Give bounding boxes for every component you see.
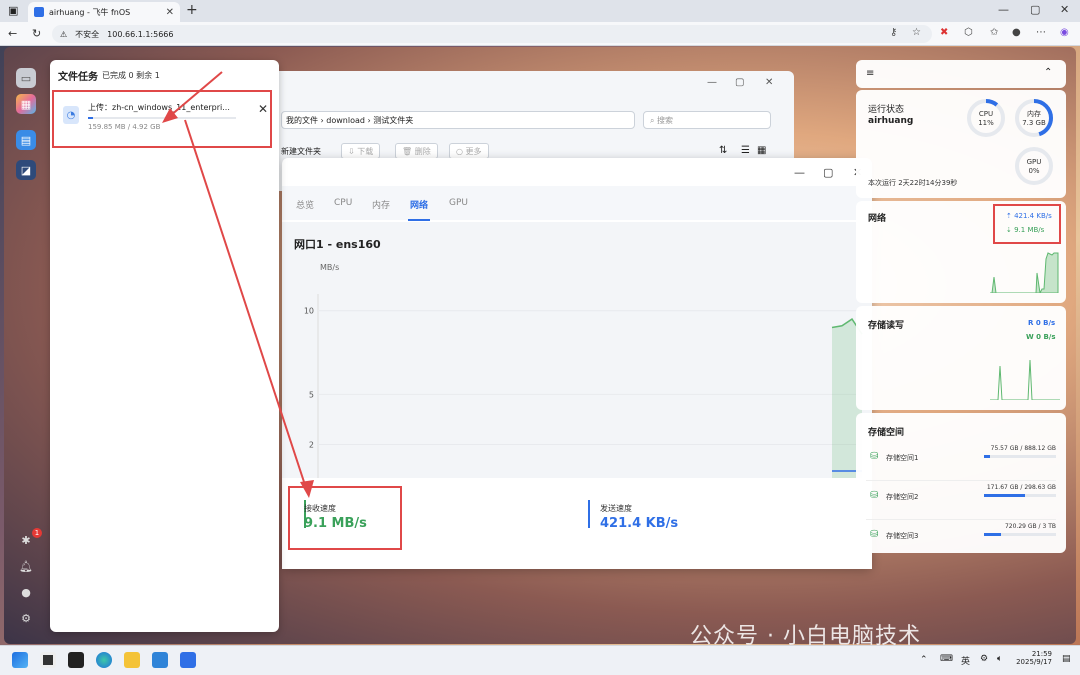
storage-bar-fill: [984, 455, 991, 458]
storage-item[interactable]: ⛁ 存储空间3 720.29 GB / 3 TB: [856, 523, 1066, 561]
storage-name: 存储空间1: [886, 454, 919, 462]
gpu-gauge-text: GPU 0%: [1014, 158, 1054, 176]
disk-write: W 0 B/s: [1026, 333, 1056, 341]
disk-io-title: 存储读写: [868, 321, 905, 331]
storage-usage: 720.29 GB / 3 TB: [1004, 523, 1056, 530]
clock[interactable]: 21:59 2025/9/17: [1016, 650, 1052, 666]
notifications-icon[interactable]: ▤: [1062, 654, 1071, 664]
task-view-icon[interactable]: [40, 652, 56, 668]
storage-name: 存储空间3: [886, 532, 919, 540]
fnos-app-icon[interactable]: [180, 652, 196, 668]
ime-settings-icon[interactable]: ⚙: [980, 654, 988, 664]
status-title: 运行状态: [868, 105, 905, 115]
tray-chevron-icon[interactable]: ⌃: [920, 655, 928, 665]
disk-read: R 0 B/s: [1028, 319, 1056, 327]
storage-bar-fill: [984, 494, 1026, 497]
disk-icon: ⛁: [870, 529, 879, 540]
file-explorer-icon[interactable]: [124, 652, 140, 668]
cpu-label: CPU: [978, 110, 994, 118]
cpu-value: 11%: [978, 119, 994, 127]
storage-name: 存储空间2: [886, 493, 919, 501]
storage-usage: 171.67 GB / 298.63 GB: [986, 484, 1056, 491]
divider: [866, 519, 1056, 520]
sticky-app-icon[interactable]: [68, 652, 84, 668]
status-widget: 运行状态 airhuang CPU 11% 内存 7.3 GB GPU 0% 本次运行…: [856, 90, 1066, 198]
storage-bar-fill: [984, 533, 1001, 536]
clock-date: 2025/9/17: [1016, 658, 1052, 666]
widget-header: ≡ ⌃: [856, 60, 1066, 88]
highlight-net-box: [993, 204, 1061, 244]
mem-value: 7.3 GB: [1022, 119, 1046, 127]
disk-icon: ⛁: [870, 490, 879, 501]
widget-menu-icon[interactable]: ≡: [866, 68, 874, 79]
gpu-label: GPU: [1026, 158, 1042, 166]
divider: [866, 480, 1056, 481]
storage-title: 存储空间: [868, 428, 905, 438]
memory-gauge-text: 内存 7.3 GB: [1014, 110, 1054, 128]
network-widget: 网络 ⇡ 421.4 KB/s ⇣ 9.1 MB/s: [856, 201, 1066, 303]
storage-bar: [984, 455, 1056, 458]
clock-time: 21:59: [1031, 650, 1052, 658]
collapse-icon[interactable]: ⌃: [1044, 67, 1052, 78]
network-sparkline: [990, 252, 1059, 293]
storage-widget: 存储空间 ⛁ 存储空间1 75.57 GB / 888.12 GB ⛁ 存储空间2 171…: [856, 413, 1066, 553]
storage-item[interactable]: ⛁ 存储空间2 171.67 GB / 298.63 GB: [856, 484, 1066, 522]
storage-item[interactable]: ⛁ 存储空间1 75.57 GB / 888.12 GB: [856, 445, 1066, 483]
cpu-gauge-text: CPU 11%: [966, 110, 1006, 128]
storage-usage: 75.57 GB / 888.12 GB: [990, 445, 1056, 452]
disk-io-widget: 存储读写 R 0 B/s W 0 B/s: [856, 306, 1066, 410]
mem-label: 内存: [1027, 110, 1041, 118]
disk-icon: ⛁: [870, 451, 879, 462]
ime-indicator[interactable]: 英: [961, 654, 970, 667]
keyboard-icon[interactable]: ⌨: [940, 654, 953, 664]
windows-taskbar: ⌃ ⌨ 英 ⚙ 🔈︎ 21:59 2025/9/17 ▤: [0, 645, 1080, 675]
photos-app-icon[interactable]: [152, 652, 168, 668]
widgets-column: ≡ ⌃ 运行状态 airhuang CPU 11% 内存 7.3 GB GPU 0% …: [856, 60, 1066, 640]
host-name: airhuang: [868, 116, 914, 126]
disk-io-sparkline: [990, 359, 1060, 400]
edge-browser-icon[interactable]: [96, 652, 112, 668]
storage-bar: [984, 494, 1056, 497]
network-widget-title: 网络: [868, 214, 887, 224]
start-menu-icon[interactable]: [12, 652, 28, 668]
storage-bar: [984, 533, 1056, 536]
uptime: 本次运行 2天22时14分39秒: [868, 179, 958, 187]
speaker-icon[interactable]: 🔈︎: [997, 654, 1002, 664]
gpu-value: 0%: [1028, 167, 1040, 175]
